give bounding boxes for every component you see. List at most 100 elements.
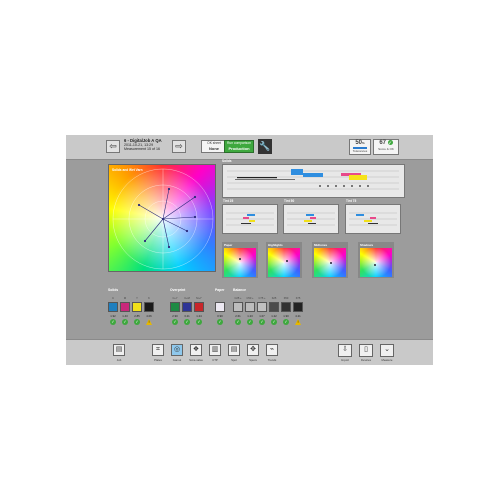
- job-measurement: Measurement 15 of 16: [124, 147, 160, 152]
- balance-patch-value: 1.22: [271, 314, 277, 318]
- balance-patch-value: 1.90: [283, 314, 289, 318]
- score-button[interactable]: 67 ✓ Score & OK: [373, 139, 399, 155]
- highlights-panel[interactable]: Highlights: [266, 242, 302, 278]
- check-icon: ✓: [247, 319, 253, 325]
- solids-chart: [227, 169, 399, 190]
- check-icon: ✓: [259, 319, 265, 325]
- balance-patch[interactable]: [257, 302, 267, 312]
- check-icon: ✓: [217, 319, 223, 325]
- balance-patch-top: C25 +: [234, 297, 242, 300]
- gamut-overlay: [112, 168, 214, 270]
- bottom-toolbar: ▤ Job ⌗ Plates ◎ Gamut ❖ Scna value ▥ CTP ▤ Spot ✥…: [66, 339, 433, 365]
- solids-patch[interactable]: [108, 302, 118, 312]
- job-button[interactable]: ▤: [113, 344, 125, 356]
- check-icon: ✓: [184, 319, 190, 325]
- highlights-panel-title: Highlights: [268, 243, 283, 247]
- warning-icon: !: [146, 319, 152, 325]
- gamut-button[interactable]: ◎: [171, 344, 183, 356]
- production-mode-button[interactable]: Run comparison Production: [224, 140, 254, 153]
- tint-50-chart: [287, 212, 335, 226]
- balance-patch[interactable]: [233, 302, 243, 312]
- over-patch[interactable]: [170, 302, 180, 312]
- balance-patch-top: C75 +: [258, 297, 266, 300]
- solids-title: Solids: [222, 159, 232, 163]
- devices-button[interactable]: ▯: [359, 344, 373, 357]
- wrench-icon[interactable]: 🔧: [258, 139, 272, 154]
- import-button[interactable]: ⇩: [338, 344, 352, 357]
- paper-plot: [224, 248, 256, 277]
- balance-patch[interactable]: [245, 302, 255, 312]
- mode-label: Run comparison: [226, 141, 251, 145]
- specs-button[interactable]: ✥: [247, 344, 259, 356]
- over-patch[interactable]: [182, 302, 192, 312]
- top-toolbar: ⇦ 6 - DigitalJob A QA 2011-10-21, 13:29 …: [66, 135, 433, 160]
- patches-row: Solids Overprint Paper Balance C 1.92 ✓ M 1.…: [108, 288, 393, 334]
- tint-50-panel[interactable]: Tint 50: [283, 199, 339, 234]
- balance-patch-value: 2.61: [235, 314, 241, 318]
- job-button-label: Job: [116, 358, 122, 362]
- overprint-section-label: Overprint: [170, 288, 186, 292]
- solids-patch-top: K: [148, 297, 150, 300]
- balance-patch-top: K50: [283, 297, 289, 300]
- check-icon: ✓: [196, 319, 202, 325]
- balance-patch-top: C50 +: [246, 297, 254, 300]
- over-patch-value: 1.24: [196, 314, 202, 318]
- gamut-title: Solids and Wet Varn: [112, 168, 143, 172]
- solids-patch-value: 4.06: [146, 314, 152, 318]
- paper-patch-value: 0.90: [217, 314, 223, 318]
- app-window: ⇦ 6 - DigitalJob A QA 2011-10-21, 13:29 …: [66, 135, 433, 365]
- balance-patch-value: 1.23: [247, 314, 253, 318]
- warning-icon: !: [295, 319, 301, 325]
- ctp-button[interactable]: ▥: [209, 344, 221, 356]
- check-icon: ✓: [134, 319, 140, 325]
- tint-75-chart: [349, 212, 397, 226]
- solids-patch[interactable]: [132, 302, 142, 312]
- gamut-plot[interactable]: Solids and Wet Varn: [108, 164, 216, 272]
- plates-button[interactable]: ⌗: [152, 344, 164, 356]
- paper-panel[interactable]: Paper: [222, 242, 258, 278]
- solids-patch-top: C: [112, 297, 114, 300]
- trends-button[interactable]: ⌁: [266, 344, 278, 356]
- score-label: Score & OK: [378, 147, 394, 151]
- job-info: 6 - DigitalJob A QA 2011-10-21, 13:29 Me…: [124, 138, 162, 152]
- paper-patch[interactable]: [215, 302, 225, 312]
- tolerance-label: Tolerances: [352, 149, 368, 153]
- solids-panel[interactable]: Solids: [222, 159, 405, 198]
- midtones-panel[interactable]: Midtones: [312, 242, 348, 278]
- solids-section-label: Solids: [108, 288, 119, 292]
- check-icon: ✓: [387, 140, 393, 145]
- solids-patch-top: Y: [136, 297, 138, 300]
- balance-patch[interactable]: [293, 302, 303, 312]
- shadows-panel[interactable]: Shadows: [358, 242, 394, 278]
- tint-25-panel[interactable]: Tint 25: [222, 199, 278, 234]
- midtones-plot: [314, 248, 346, 277]
- over-patch-top: M+Y: [196, 297, 202, 300]
- balance-patch[interactable]: [269, 302, 279, 312]
- back-arrow-icon[interactable]: ⇦: [106, 140, 120, 153]
- balance-patch-top: K75: [295, 297, 301, 300]
- balance-patch[interactable]: [281, 302, 291, 312]
- score-value: 67 ✓: [379, 140, 393, 146]
- shadows-panel-title: Shadows: [360, 243, 374, 247]
- over-patch-top: C+Y: [172, 297, 178, 300]
- tolerance-value: 50%: [355, 140, 365, 146]
- paper-section-label: Paper: [215, 288, 225, 292]
- solids-patch[interactable]: [144, 302, 154, 312]
- balance-patch-top: K25: [271, 297, 277, 300]
- solids-patch[interactable]: [120, 302, 130, 312]
- forward-arrow-icon[interactable]: ⇨: [172, 140, 186, 153]
- measure-label: Measure: [381, 358, 393, 362]
- tint-75-panel[interactable]: Tint 75: [345, 199, 401, 234]
- ok-sheet-label: OK sheet: [207, 141, 221, 145]
- scna-value-button[interactable]: ❖: [190, 344, 202, 356]
- over-patch[interactable]: [194, 302, 204, 312]
- check-icon: ✓: [271, 319, 277, 325]
- tint-25-chart: [226, 212, 274, 226]
- spot-button[interactable]: ▤: [228, 344, 240, 356]
- measure-button[interactable]: ⌄: [380, 344, 394, 357]
- balance-patch-value: 1.07: [259, 314, 265, 318]
- tolerances-button[interactable]: 50% Tolerances: [349, 139, 371, 155]
- solids-patch-value: 2.85: [134, 314, 140, 318]
- tint-25-title: Tint 25: [223, 199, 234, 203]
- over-patch-value: 3.21: [184, 314, 190, 318]
